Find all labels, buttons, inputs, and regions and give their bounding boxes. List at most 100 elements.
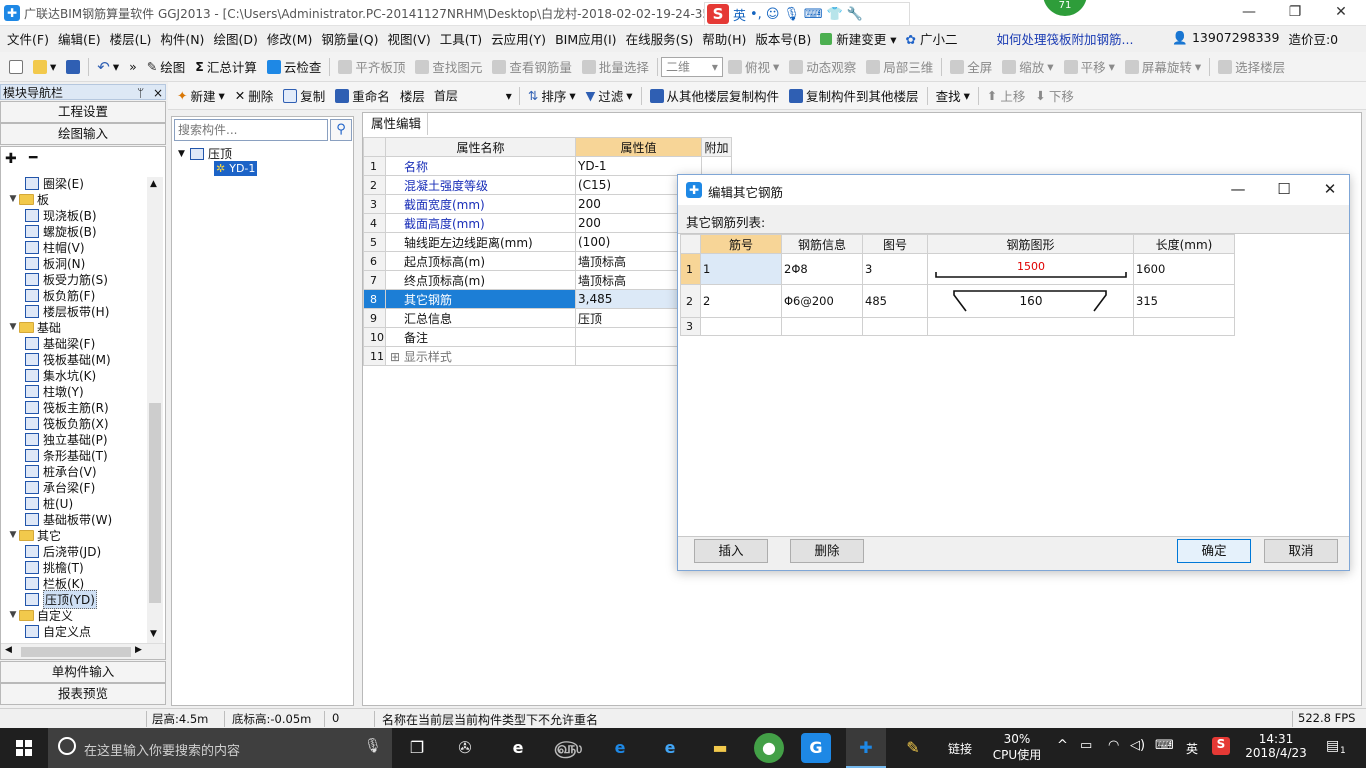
notification-badge[interactable]: 71 bbox=[1043, 0, 1087, 16]
rebar-length-cell[interactable] bbox=[1133, 317, 1235, 336]
menu-online[interactable]: 在线服务(S) bbox=[623, 29, 700, 48]
batch-select-button[interactable]: 批量选择 bbox=[577, 55, 654, 79]
nav-tree-item[interactable]: 筏板主筋(R) bbox=[1, 399, 109, 415]
collapse-icon[interactable]: ▼ bbox=[178, 149, 190, 159]
dialog-close-icon[interactable]: ✕ bbox=[1318, 179, 1342, 199]
local-3d-button[interactable]: 局部三维 bbox=[861, 55, 938, 79]
rebar-shape-cell[interactable] bbox=[927, 317, 1134, 336]
ime-voice-icon[interactable]: 🎙 bbox=[783, 7, 800, 22]
copy-to-floor-button[interactable]: 复制构件到其他楼层 bbox=[784, 84, 924, 108]
restore-icon[interactable]: ❐ bbox=[1272, 0, 1318, 26]
toolbar-overflow-icon[interactable]: » bbox=[124, 55, 142, 79]
taskbar-link-label[interactable]: 链接 bbox=[948, 740, 972, 757]
cloud-check-button[interactable]: 云检查 bbox=[262, 55, 327, 79]
scroll-left-icon[interactable]: ◀ bbox=[5, 645, 12, 655]
menu-edit[interactable]: 编辑(E) bbox=[55, 29, 107, 48]
sort-button[interactable]: ⇅ 排序 ▾ bbox=[523, 84, 581, 108]
menu-bim[interactable]: BIM应用(I) bbox=[552, 29, 623, 48]
nav-tree-item[interactable]: 柱帽(V) bbox=[1, 239, 85, 255]
nav-tree-folder[interactable]: ▼ 板 bbox=[1, 191, 49, 207]
glodon-ggj-active-icon[interactable]: ✚ bbox=[846, 728, 886, 768]
dynamic-view-button[interactable]: 动态观察 bbox=[784, 55, 861, 79]
minimize-icon[interactable]: — bbox=[1226, 0, 1272, 26]
nav-tree-item[interactable]: 板负筋(F) bbox=[1, 287, 95, 303]
project-settings-button[interactable]: 工程设置 bbox=[0, 101, 166, 123]
move-down-button[interactable]: ⬇ 下移 bbox=[1030, 84, 1079, 108]
rebar-figure-cell[interactable]: 3 bbox=[862, 253, 928, 285]
hscroll-thumb[interactable] bbox=[21, 647, 131, 657]
rebar-figure-cell[interactable]: 485 bbox=[862, 284, 928, 318]
green-app-icon[interactable]: ● bbox=[754, 733, 784, 763]
tray-network-app-icon[interactable]: ▭ bbox=[1080, 738, 1092, 753]
find-button[interactable]: 查找 ▾ bbox=[931, 84, 975, 108]
ok-button[interactable]: 确定 bbox=[1177, 539, 1251, 563]
scroll-right-icon[interactable]: ▶ bbox=[135, 645, 142, 655]
nav-tree-item[interactable]: 螺旋板(B) bbox=[1, 223, 97, 239]
scroll-thumb[interactable] bbox=[149, 403, 161, 603]
collapse-all-icon[interactable]: ━ bbox=[29, 150, 37, 166]
menu-cloud[interactable]: 云应用(Y) bbox=[488, 29, 552, 48]
wifi-icon[interactable]: ◠ bbox=[1108, 738, 1119, 753]
rebar-row[interactable]: 2 2 Φ6@200 485 160 315 bbox=[680, 284, 1235, 318]
menu-modify[interactable]: 修改(M) bbox=[264, 29, 319, 48]
property-extra-cell[interactable] bbox=[701, 156, 732, 176]
clock[interactable]: 14:31 2018/4/23 bbox=[1244, 732, 1308, 760]
nav-tree-item[interactable]: 压顶(YD) bbox=[1, 589, 97, 609]
open-file-button[interactable]: ▾ bbox=[28, 55, 61, 79]
rebar-no-cell[interactable] bbox=[700, 317, 782, 336]
nav-tree-item[interactable]: 条形基础(T) bbox=[1, 447, 108, 463]
task-view-icon[interactable]: ❐ bbox=[402, 733, 432, 763]
fullscreen-button[interactable]: 全屏 bbox=[945, 55, 997, 79]
expand-plus-icon[interactable]: ⊞ bbox=[390, 350, 404, 364]
nav-tree-item[interactable]: 基础梁(F) bbox=[1, 335, 95, 351]
dialog-minimize-icon[interactable]: — bbox=[1226, 179, 1250, 199]
nav-tree-item[interactable]: 桩承台(V) bbox=[1, 463, 97, 479]
nav-tree-folder[interactable]: ▼ 自定义 bbox=[1, 607, 73, 623]
ime-tools-icon[interactable]: 🔧 bbox=[847, 7, 863, 22]
component-search-input[interactable]: 搜索构件... bbox=[174, 119, 328, 141]
expand-all-icon[interactable]: ✚ bbox=[5, 151, 17, 167]
align-top-button[interactable]: 平齐板顶 bbox=[333, 55, 410, 79]
help-link[interactable]: 如何处理筏板附加钢筋... bbox=[994, 29, 1140, 48]
pin-icon[interactable]: ᛘ bbox=[137, 85, 144, 101]
new-change-button[interactable]: 新建变更 ▾ bbox=[817, 29, 902, 48]
zoom-button[interactable]: 缩放 ▾ bbox=[997, 55, 1058, 79]
scroll-up-icon[interactable]: ▲ bbox=[150, 179, 157, 189]
nav-tree-folder[interactable]: ▼ 基础 bbox=[1, 319, 61, 335]
ime-language-label[interactable]: 英 bbox=[733, 5, 746, 24]
save-button[interactable] bbox=[61, 55, 85, 79]
sogou-tray-icon[interactable]: S bbox=[1212, 737, 1230, 755]
menu-view[interactable]: 视图(V) bbox=[384, 29, 436, 48]
nav-tree-item[interactable]: 集水坑(K) bbox=[1, 367, 96, 383]
report-preview-button[interactable]: 报表预览 bbox=[0, 683, 166, 705]
keyboard-icon[interactable]: ⌨ bbox=[1155, 738, 1174, 753]
tab-property-edit[interactable]: 属性编辑 bbox=[365, 113, 429, 135]
rebar-no-cell[interactable]: 2 bbox=[700, 284, 782, 318]
nav-tree-item[interactable]: 楼层板带(H) bbox=[1, 303, 109, 319]
ime-toolbar[interactable]: S 英 •, ☺ 🎙 ⌨ 👕 🔧 bbox=[704, 2, 910, 26]
rebar-row[interactable]: 3 bbox=[680, 317, 1235, 336]
nav-tree-item[interactable]: 筏板基础(M) bbox=[1, 351, 111, 367]
top-view-button[interactable]: 俯视 ▾ bbox=[723, 55, 784, 79]
rebar-info-cell[interactable]: 2Φ8 bbox=[781, 253, 863, 285]
nav-close-icon[interactable]: × bbox=[153, 85, 163, 101]
rebar-shape-cell[interactable]: 1500 bbox=[927, 253, 1134, 285]
menu-tools[interactable]: 工具(T) bbox=[437, 29, 488, 48]
nav-tree-item[interactable]: 承台梁(F) bbox=[1, 479, 95, 495]
assistant-button[interactable]: ✿ 广小二 bbox=[903, 29, 964, 48]
nav-vertical-scrollbar[interactable]: ▲ ▼ bbox=[147, 177, 163, 643]
nav-tree-item[interactable]: 挑檐(T) bbox=[1, 559, 84, 575]
copy-component-button[interactable]: 复制 bbox=[278, 84, 330, 108]
new-file-button[interactable] bbox=[4, 55, 28, 79]
menu-rebar-qty[interactable]: 钢筋量(Q) bbox=[318, 29, 384, 48]
pan-button[interactable]: 平移 ▾ bbox=[1059, 55, 1120, 79]
rebar-length-cell[interactable]: 1600 bbox=[1133, 253, 1235, 285]
floor-select[interactable]: 首层 ▾ bbox=[430, 86, 516, 106]
nav-tree-item[interactable]: 圈梁(E) bbox=[1, 175, 84, 191]
microphone-icon[interactable]: 🎙 bbox=[364, 738, 382, 754]
rebar-figure-cell[interactable] bbox=[862, 317, 928, 336]
cpu-usage-widget[interactable]: 30% CPU使用 bbox=[990, 732, 1044, 763]
glodon-g-icon[interactable]: G bbox=[801, 733, 831, 763]
nav-tree-item[interactable]: 现浇板(B) bbox=[1, 207, 97, 223]
nav-tree-item[interactable]: 板受力筋(S) bbox=[1, 271, 108, 287]
